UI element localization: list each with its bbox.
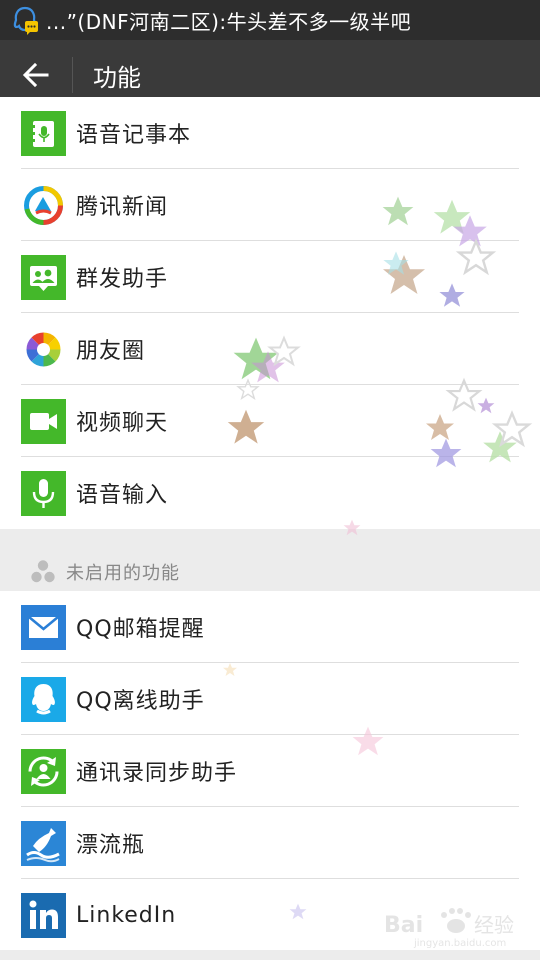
contacts-sync-icon bbox=[21, 748, 66, 794]
feature-label: QQ邮箱提醒 bbox=[76, 617, 205, 642]
disabled-features-icon bbox=[31, 560, 55, 583]
feature-item-video-chat[interactable]: 视频聊天 bbox=[0, 385, 540, 457]
feature-item-drift-bottle[interactable]: 漂流瓶 bbox=[0, 807, 540, 879]
feature-label: 通讯录同步助手 bbox=[76, 761, 238, 786]
section-gap bbox=[0, 529, 540, 551]
feature-list: 语音记事本 腾讯新闻 群发助手 朋友圈 视频聊天 语音输入 未启用的功能 QQ邮… bbox=[0, 97, 540, 960]
linkedin-icon bbox=[21, 892, 66, 938]
qq-notification-icon bbox=[10, 5, 40, 35]
feature-item-moments[interactable]: 朋友圈 bbox=[0, 313, 540, 385]
notification-text: ...”(DNF河南二区):牛头差不多一级半吧 bbox=[46, 9, 412, 34]
disabled-section-title: 未启用的功能 bbox=[66, 563, 180, 584]
voice-input-icon bbox=[21, 470, 66, 516]
page-title: 功能 bbox=[93, 63, 141, 92]
feature-item-linkedin[interactable]: LinkedIn bbox=[0, 879, 540, 951]
feature-item-voice-notebook[interactable]: 语音记事本 bbox=[0, 97, 540, 169]
status-bar: ...”(DNF河南二区):牛头差不多一级半吧 bbox=[0, 0, 540, 40]
drift-bottle-icon bbox=[21, 820, 66, 866]
back-arrow-icon bbox=[22, 62, 49, 88]
feature-label: 腾讯新闻 bbox=[76, 195, 169, 220]
feature-item-mass-send[interactable]: 群发助手 bbox=[0, 241, 540, 313]
feature-label: 视频聊天 bbox=[76, 411, 169, 436]
feature-item-tencent-news[interactable]: 腾讯新闻 bbox=[0, 169, 540, 241]
feature-label: 群发助手 bbox=[76, 267, 169, 292]
tencent-news-icon bbox=[21, 183, 66, 228]
feature-label: 语音记事本 bbox=[76, 123, 192, 148]
feature-item-contacts-sync[interactable]: 通讯录同步助手 bbox=[0, 735, 540, 807]
video-chat-icon bbox=[21, 398, 66, 444]
qq-offline-icon bbox=[21, 676, 66, 722]
feature-item-qq-mail[interactable]: QQ邮箱提醒 bbox=[0, 591, 540, 663]
mass-send-icon bbox=[21, 254, 66, 300]
disabled-section-header: 未启用的功能 bbox=[0, 551, 540, 593]
feature-label: QQ离线助手 bbox=[76, 689, 205, 714]
title-divider bbox=[72, 57, 73, 93]
voice-notebook-icon bbox=[21, 110, 66, 156]
feature-item-qq-offline[interactable]: QQ离线助手 bbox=[0, 663, 540, 735]
feature-label: 语音输入 bbox=[76, 483, 169, 508]
qq-mail-icon bbox=[21, 604, 66, 650]
bottom-gap bbox=[0, 950, 540, 960]
moments-icon bbox=[21, 327, 66, 372]
feature-label: 漂流瓶 bbox=[76, 833, 146, 858]
feature-item-voice-input[interactable]: 语音输入 bbox=[0, 457, 540, 529]
feature-label: LinkedIn bbox=[76, 902, 177, 928]
feature-label: 朋友圈 bbox=[76, 339, 146, 364]
